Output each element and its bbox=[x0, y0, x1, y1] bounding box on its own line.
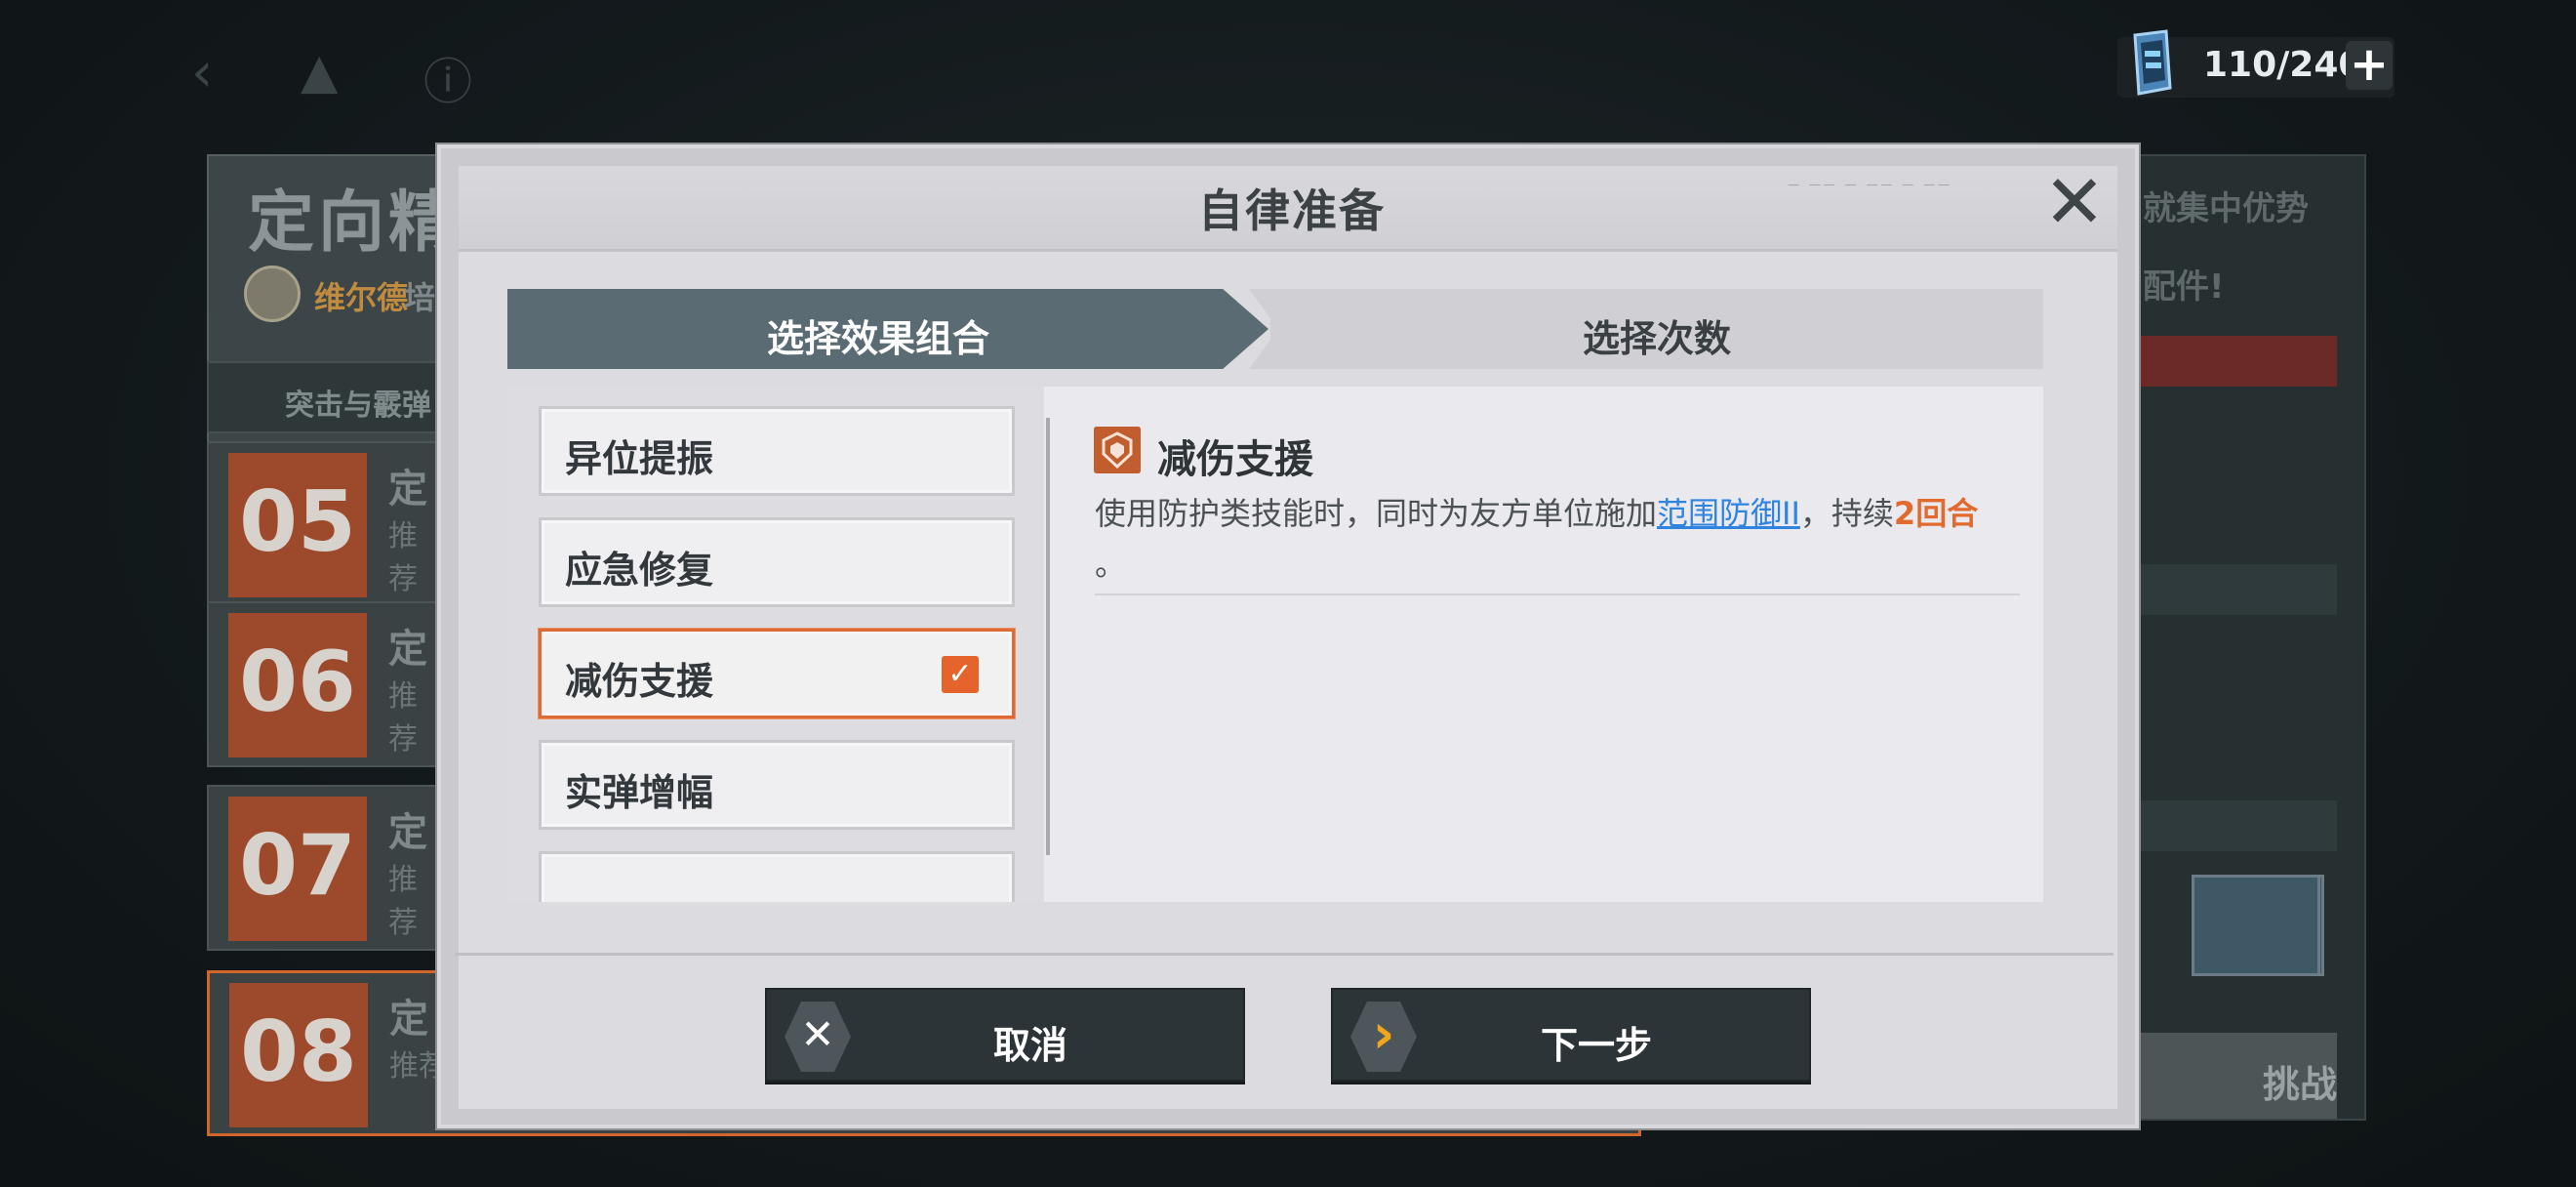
stamina-battery-icon bbox=[2133, 29, 2172, 96]
stage-card: 06 定 推荐 bbox=[207, 601, 446, 767]
step-tab-count-label: 选择次数 bbox=[1582, 317, 1731, 360]
stage-recommend: 推荐 bbox=[388, 519, 418, 596]
stage-card: 07 定 推荐 bbox=[207, 785, 446, 951]
effect-list: 异位提振 应急修复 减伤支援 ✓ 实弹增幅 bbox=[507, 387, 1044, 902]
cancel-button[interactable]: ✕ 取消 bbox=[765, 988, 1245, 1082]
effect-item-label: 应急修复 bbox=[565, 549, 714, 592]
stage-title: 定 bbox=[388, 810, 427, 855]
avatar bbox=[244, 266, 301, 322]
stage-title: 定 bbox=[389, 997, 428, 1042]
effect-item[interactable]: 实弹增幅 bbox=[539, 740, 1015, 830]
background-right-text: 就集中优势 bbox=[2143, 189, 2309, 228]
background-challenge-button: 挑战 bbox=[2127, 1033, 2337, 1119]
stamina-value: 110/240 bbox=[2203, 45, 2363, 85]
stage-number: 06 bbox=[228, 613, 367, 757]
crate-icon bbox=[2192, 875, 2320, 976]
next-button[interactable]: › 下一步 bbox=[1331, 988, 1811, 1082]
effect-item-label: 减伤支援 bbox=[565, 660, 714, 703]
cancel-label: 取消 bbox=[992, 1024, 1067, 1067]
divider bbox=[455, 953, 2113, 956]
decorative-microtext: — —— — —— — —— bbox=[1788, 178, 1953, 191]
background-title: 定向精 bbox=[248, 184, 460, 262]
detail-text-pre: 使用防护类技能时，同时为友方单位施加 bbox=[1095, 495, 1658, 532]
background-character-name: 维尔德 bbox=[314, 279, 409, 316]
detail-duration: 2回合 bbox=[1893, 495, 1979, 532]
close-icon: ✕ bbox=[2043, 158, 2106, 245]
effect-item-partial[interactable] bbox=[539, 851, 1015, 902]
stage-number: 05 bbox=[228, 453, 367, 597]
back-arrow-icon: ‹ bbox=[191, 41, 214, 104]
logo-icon: ▲ bbox=[301, 43, 339, 100]
chevron-right-icon: › bbox=[1372, 1003, 1395, 1066]
stage-title: 定 bbox=[388, 467, 427, 512]
list-scrollbar[interactable] bbox=[1046, 418, 1050, 855]
background-character-suffix: 培 bbox=[404, 279, 436, 316]
stage-title: 定 bbox=[388, 627, 427, 672]
shield-icon bbox=[1094, 427, 1141, 473]
effect-item-label: 异位提振 bbox=[565, 437, 714, 480]
info-icon: ⓘ bbox=[423, 54, 472, 110]
step-tab-effects-label: 选择效果组合 bbox=[766, 317, 989, 360]
effect-item[interactable]: 异位提振 bbox=[539, 406, 1015, 496]
background-dropdown bbox=[2127, 564, 2337, 615]
effect-item-selected[interactable]: 减伤支援 ✓ bbox=[539, 629, 1015, 718]
close-icon: ✕ bbox=[800, 1010, 835, 1058]
detail-text-end: 。 bbox=[1095, 546, 1127, 583]
close-button[interactable]: ✕ bbox=[2037, 165, 2112, 242]
next-label: 下一步 bbox=[1540, 1024, 1652, 1067]
background-right-text: 配件! bbox=[2143, 267, 2225, 307]
stage-number: 08 bbox=[229, 983, 368, 1127]
background-challenge-label: 挑战 bbox=[2262, 1063, 2337, 1106]
detail-title: 减伤支援 bbox=[1157, 437, 1313, 482]
effect-item-label: 实弹增幅 bbox=[565, 771, 714, 814]
keyword-link[interactable]: 范围防御II bbox=[1657, 495, 1800, 532]
stage-recommend: 推荐 bbox=[388, 863, 418, 940]
add-stamina-button[interactable]: + bbox=[2346, 41, 2393, 90]
background-dropdown bbox=[2127, 800, 2337, 851]
effect-item[interactable]: 应急修复 bbox=[539, 517, 1015, 607]
stage-recommend: 推荐 bbox=[388, 679, 418, 757]
divider bbox=[1095, 594, 2020, 595]
modal-dialog: 自律准备 — —— — —— — —— ✕ 选择次数 选择效果组合 异位提振 应… bbox=[437, 144, 2139, 1128]
detail-description: 使用防护类技能时，同时为友方单位施加范围防御II，持续2回合。 bbox=[1095, 488, 2032, 590]
detail-text-mid: ，持续 bbox=[1799, 495, 1894, 532]
stage-number: 07 bbox=[228, 797, 367, 941]
checkbox-checked-icon[interactable]: ✓ bbox=[942, 656, 979, 693]
background-dropdown bbox=[2127, 336, 2337, 387]
background-tab: 突击与霰弹 bbox=[207, 361, 446, 433]
stage-card: 05 定 推荐 bbox=[207, 441, 446, 607]
